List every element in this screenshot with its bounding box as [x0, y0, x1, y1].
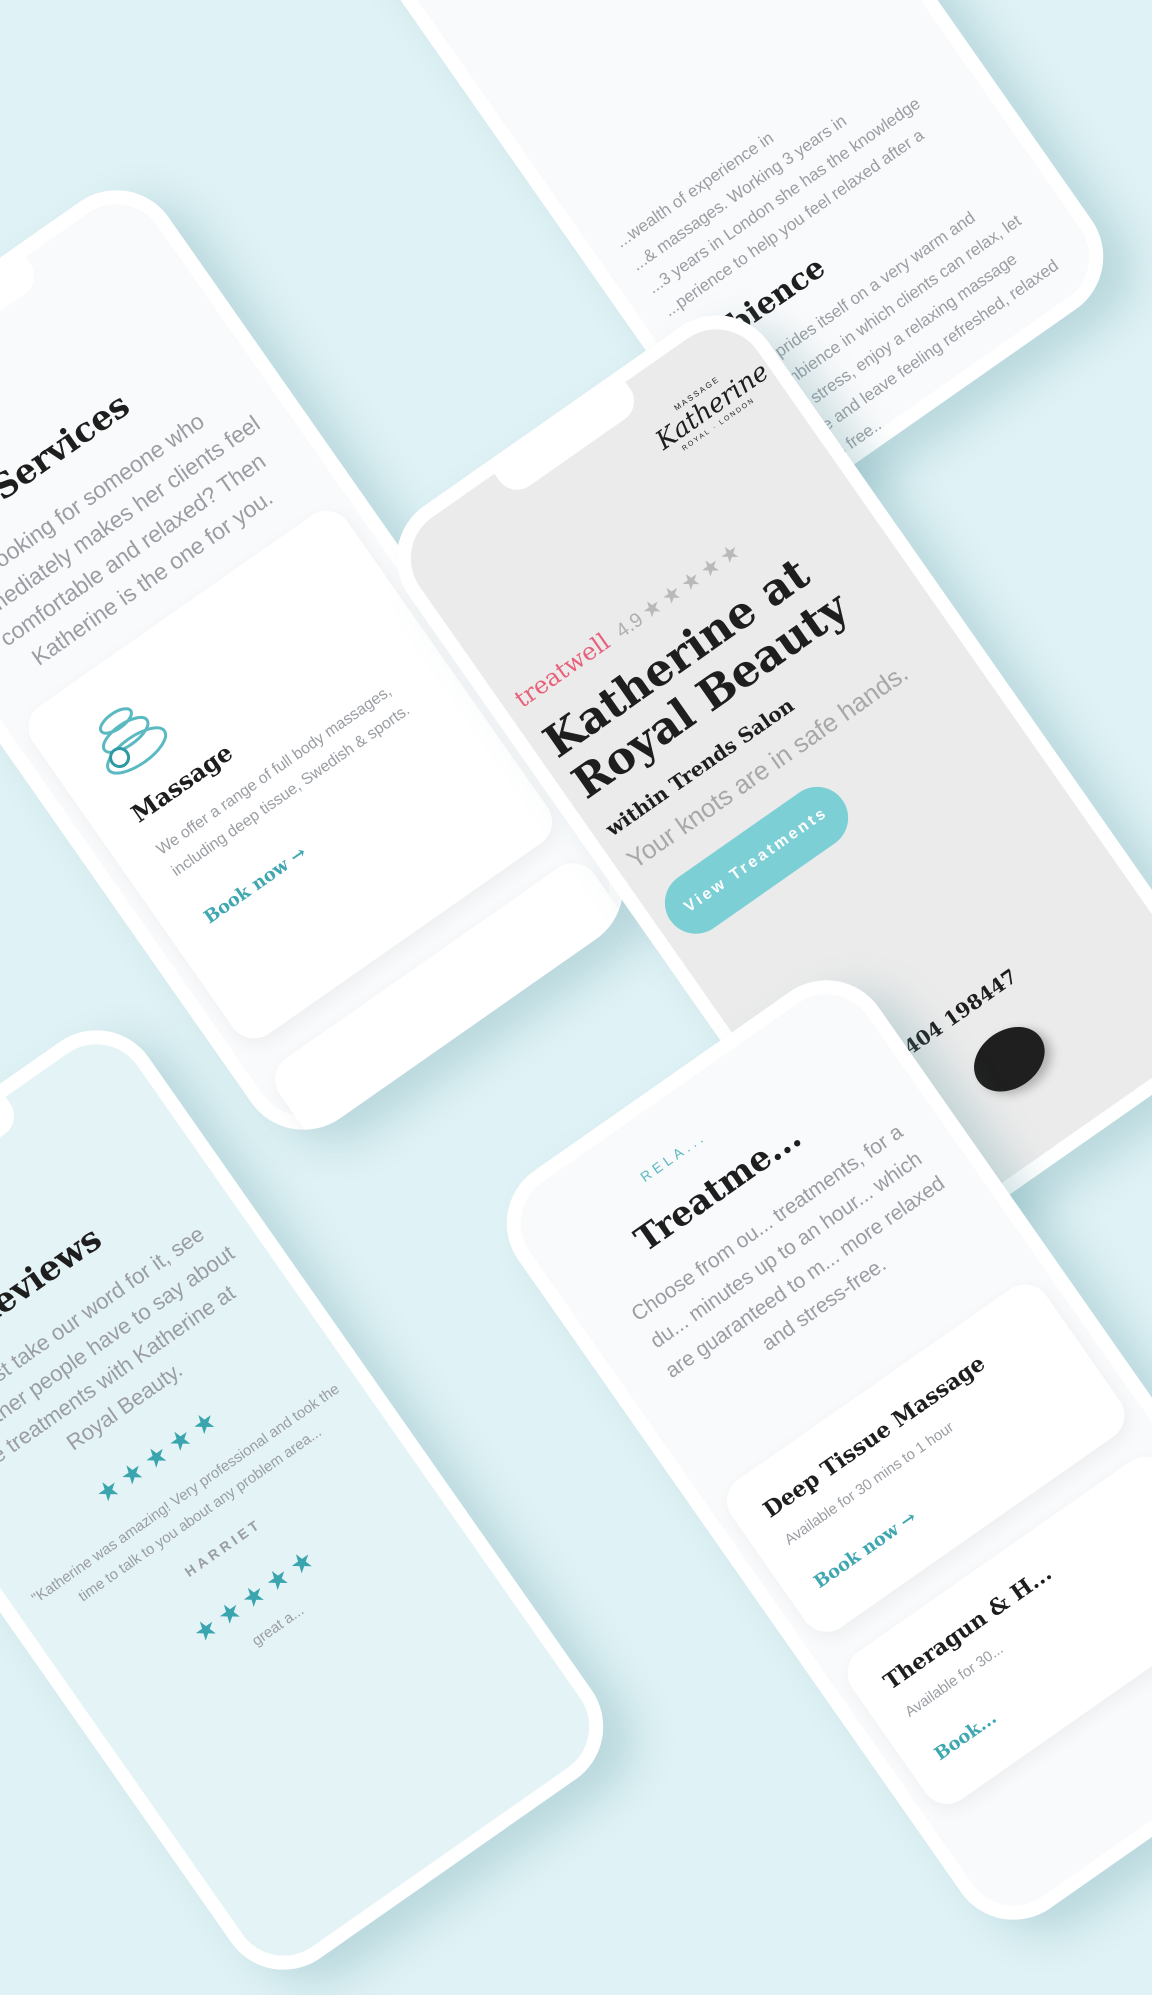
rating-value: 4.9 [611, 608, 648, 643]
massage-stone-image [961, 1013, 1058, 1105]
phone-reviews: Reviews Don't just take our word for it,… [0, 1005, 629, 1995]
massage-stones-icon [74, 685, 180, 788]
brand-logo: MASSAGE Katherine ROYAL · LONDON [645, 355, 774, 462]
deep-tissue-title: Deep Tissue Massage [758, 1350, 991, 1524]
reviews-screen: Reviews Don't just take our word for it,… [0, 1062, 588, 1954]
theragun-book-link[interactable]: Book... [931, 1707, 1001, 1765]
view-treatments-button[interactable]: View Treatments [652, 774, 861, 946]
